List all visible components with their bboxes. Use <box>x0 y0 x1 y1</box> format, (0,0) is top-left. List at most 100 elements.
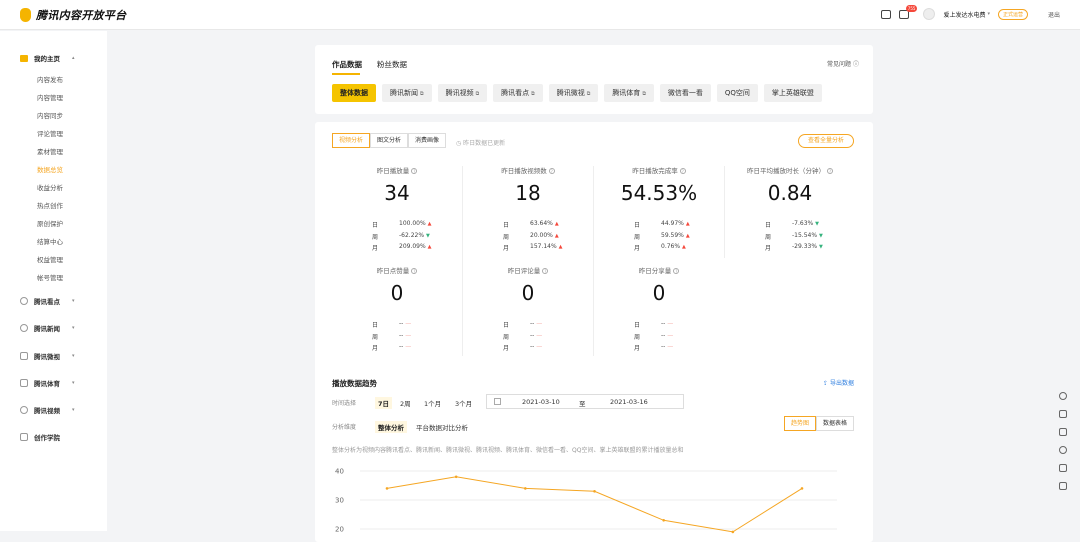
cmp-period: 周 <box>634 333 641 341</box>
sidebar-item[interactable]: 结算中心 <box>37 236 63 246</box>
series-line <box>386 476 803 533</box>
chevron-down-icon[interactable]: ▾ <box>987 11 990 17</box>
date-range-picker[interactable]: 2021-03-10 至 2021-03-16 <box>486 394 684 409</box>
range-7d[interactable]: 7日 <box>375 397 393 409</box>
platform-chip[interactable]: 腾讯新闻 ⧉ <box>382 84 432 102</box>
help-icon[interactable]: ? <box>679 168 686 174</box>
cmp-period: 月 <box>503 245 510 252</box>
dim-platform-compare[interactable]: 平台数据对比分析 <box>416 422 468 432</box>
logo[interactable]: 腾讯内容开放平台 <box>20 7 126 23</box>
platform-icon <box>20 324 28 332</box>
dim-overall[interactable]: 整体分析 <box>375 421 407 433</box>
feedback-icon[interactable] <box>1059 428 1067 436</box>
view-toggle: 趋势图 数据表格 <box>783 416 854 431</box>
metric-comparison: 日 -- — 周 -- — 月 -- — <box>372 320 445 355</box>
platform-chip[interactable]: 腾讯体育 ⧉ <box>604 84 654 102</box>
platform-chip[interactable]: 腾讯看点 ⧉ <box>493 84 543 102</box>
inbox-icon[interactable] <box>881 9 892 19</box>
help-icon[interactable]: ? <box>411 268 418 274</box>
sidebar-group[interactable]: 腾讯体育 ▾ <box>20 378 75 388</box>
platform-chip[interactable]: 腾讯视频 ⧉ <box>437 84 488 102</box>
export-data-button[interactable]: ⇪ 导出数据 <box>823 378 854 387</box>
robot-icon[interactable] <box>1059 410 1067 418</box>
sidebar-group[interactable]: 腾讯微视 ▾ <box>20 351 75 361</box>
range-1m[interactable]: 1个月 <box>424 398 441 408</box>
sidebar-item[interactable]: 内容同步 <box>37 110 63 120</box>
platform-chip[interactable]: 整体数据 <box>332 84 376 102</box>
help-icon[interactable]: ? <box>411 168 418 174</box>
tab-fans-data[interactable]: 粉丝数据 <box>377 59 407 70</box>
help-icon[interactable]: ? <box>548 168 555 174</box>
help-icon[interactable]: ? <box>827 168 833 174</box>
sidebar-group[interactable]: 腾讯视频 ▾ <box>20 405 75 415</box>
dash-icon: — <box>667 320 674 327</box>
sidebar-item[interactable]: 收益分析 <box>37 182 63 192</box>
sidebar-item[interactable]: 热点创作 <box>37 200 63 210</box>
sidebar-item[interactable]: 原创保护 <box>37 218 63 228</box>
help-icon[interactable]: ? <box>542 268 549 274</box>
platform-chip[interactable]: QQ空间 <box>716 84 758 102</box>
sidebar-home[interactable]: 我的主页 ▴ <box>20 53 75 63</box>
notice-badge: 755 <box>905 4 918 12</box>
date-separator: 至 <box>579 400 586 408</box>
date-to[interactable]: 2021-03-16 <box>610 398 648 406</box>
seg-article-analysis[interactable]: 图文分析 <box>370 133 409 148</box>
metric: 昨日播放量? 34 <box>332 165 462 205</box>
view-trend-chart[interactable]: 趋势图 <box>783 416 816 431</box>
tab-works-data[interactable]: 作品数据 <box>332 59 362 70</box>
range-2w[interactable]: 2周 <box>400 398 411 408</box>
headset-icon[interactable] <box>1059 446 1067 454</box>
platform-icon <box>20 352 28 360</box>
faq-link[interactable]: 常见问题 ⓘ <box>827 59 859 68</box>
sidebar-item[interactable]: 权益管理 <box>37 254 63 264</box>
platform-chip[interactable]: 腾讯微视 ⧉ <box>548 84 599 102</box>
arrow-up-icon: ▲ <box>558 244 563 250</box>
sidebar-item[interactable]: 素材管理 <box>37 146 63 156</box>
message-icon[interactable]: 755 <box>899 4 918 19</box>
seg-video-analysis[interactable]: 视频分析 <box>332 133 371 148</box>
seg-consumer-profile[interactable]: 消费画像 <box>408 133 447 148</box>
platform-chip[interactable]: 掌上英雄联盟 <box>763 84 822 102</box>
cmp-period: 周 <box>634 233 641 241</box>
sidebar-item[interactable]: 数据总览 <box>37 164 63 174</box>
date-from[interactable]: 2021-03-10 <box>522 398 560 406</box>
data-point <box>593 490 596 493</box>
external-link-icon: ⧉ <box>642 91 646 97</box>
cmp-value: -- <box>530 343 535 350</box>
sidebar-group[interactable]: 腾讯看点 ▾ <box>20 296 75 306</box>
range-3m[interactable]: 3个月 <box>455 398 472 408</box>
y-tick-label: 30 <box>335 497 344 505</box>
logout-link[interactable]: 退出 <box>1048 10 1060 19</box>
shield-icon[interactable] <box>1059 464 1067 472</box>
metric-label: 昨日分享量 <box>638 267 672 275</box>
cmp-value: -- <box>399 331 404 339</box>
view-all-analysis-button[interactable]: 查看全量分析 <box>797 134 854 148</box>
view-data-table[interactable]: 数据表格 <box>815 416 854 431</box>
help-icon[interactable]: ? <box>673 268 680 274</box>
platform-chip[interactable]: 微信看一看 <box>659 84 711 102</box>
metric-value: 0 <box>390 281 404 305</box>
sidebar-group[interactable]: 腾讯新闻 ▾ <box>20 323 75 333</box>
chip-label: 掌上英雄联盟 <box>771 89 814 97</box>
platform-icon <box>20 379 28 387</box>
y-tick-label: 20 <box>335 526 344 534</box>
username[interactable]: 爱上发达水电费 <box>943 10 985 19</box>
sidebar-item[interactable]: 内容发布 <box>37 74 63 84</box>
cmp-period: 周 <box>765 233 772 241</box>
cmp-value: 157.14% <box>530 243 557 250</box>
sidebar-item[interactable]: 帐号管理 <box>37 272 63 282</box>
cmp-value: -- <box>661 343 666 350</box>
cmp-value: 209.09% <box>399 243 426 250</box>
sidebar-item[interactable]: 评论管理 <box>37 128 63 138</box>
sidebar-group[interactable]: 创作学院 <box>20 432 60 442</box>
y-tick-label: 40 <box>335 468 344 476</box>
metric-value: 0.84 <box>767 181 813 205</box>
cmp-value: 20.00% <box>530 231 553 239</box>
metric-label: 昨日播放视频数 <box>501 167 547 175</box>
wechat-icon[interactable] <box>1059 392 1067 400</box>
avatar[interactable] <box>923 8 936 20</box>
apps-icon[interactable] <box>1059 482 1067 490</box>
data-point <box>800 487 804 490</box>
sidebar-item[interactable]: 内容管理 <box>37 92 63 102</box>
arrow-up-icon: ▲ <box>427 221 432 227</box>
